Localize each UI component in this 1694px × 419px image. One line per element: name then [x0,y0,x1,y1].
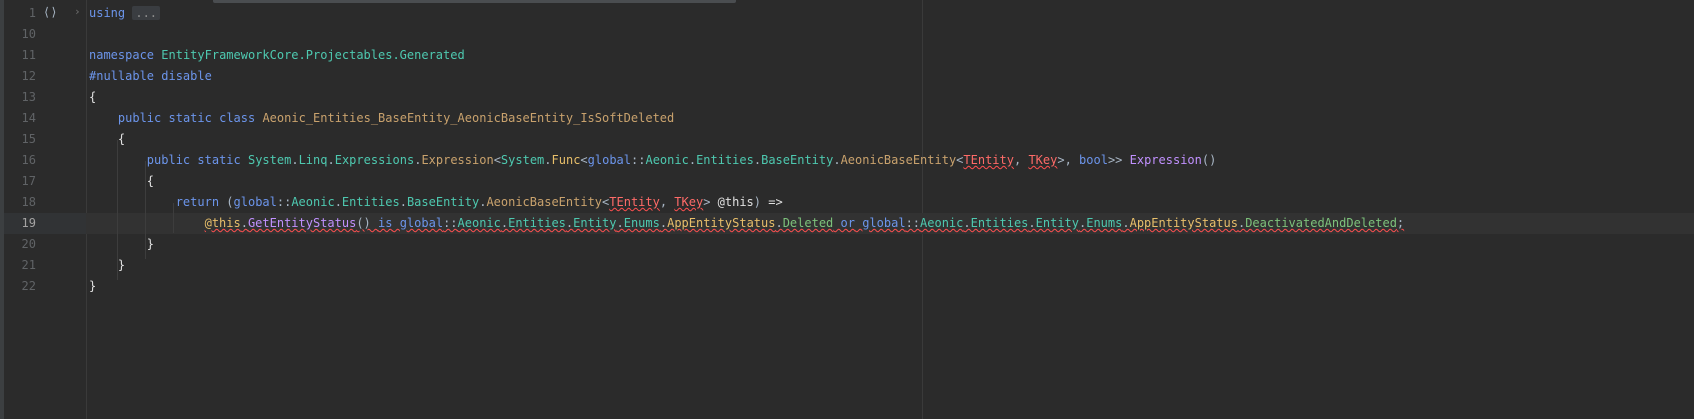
token-namespace: Aeonic [645,153,689,167]
token-keyword: bool [1079,153,1108,167]
code-line-1[interactable]: using ... [89,3,161,24]
token-method: GetEntityStatus [247,216,357,230]
token-namespace: Entities [696,153,754,167]
token-namespace: Entities [508,216,566,230]
token-brace: } [117,258,126,272]
token-parameter: @this [204,216,241,230]
code-line-21[interactable]: } [89,255,125,276]
line-number: 14 [21,111,36,125]
token-namespace: BaseEntity [406,195,480,209]
line-number: 20 [21,237,36,251]
token-method: Expression [1129,153,1202,167]
token-namespace: Entities [341,195,400,209]
line-number: 11 [21,48,36,62]
token-class-name: Aeonic_Entities_BaseEntity_AeonicBaseEnt… [262,111,675,125]
token-keyword: global [862,216,906,230]
line-number: 15 [21,132,36,146]
line-number: 12 [21,69,36,83]
token-enum-member: Deleted [782,216,834,230]
token-keyword: is [378,216,393,230]
code-line-16[interactable]: public static System.Linq.Expressions.Ex… [89,150,1217,171]
token-namespace: Enums [1086,216,1123,230]
token-namespace: Aeonic [457,216,501,230]
token-enum-type: AppEntityStatus [667,216,776,230]
right-margin-guide [922,0,923,419]
token-brace: } [89,279,97,293]
token-keyword: return [175,195,220,209]
token-keyword: global [233,195,277,209]
collapsed-region[interactable]: ... [132,6,161,20]
token-operator: => [768,195,783,209]
code-line-12[interactable]: #nullable disable [89,66,212,87]
token-namespace: System [500,153,545,167]
token-generic-param: TEntity [963,153,1014,167]
token-namespace: Expressions [334,153,415,167]
horizontal-scrollbar-thumb[interactable] [213,0,736,3]
token-namespace: Entity [573,216,617,230]
token-keyword: public [117,111,162,125]
line-number: 13 [21,90,36,104]
line-number: 19 [21,216,36,230]
token-type: Expression [421,153,494,167]
token-generic-param: TKey [1028,153,1058,167]
token-namespace: BaseEntity [761,153,834,167]
code-line-22[interactable]: } [89,276,96,297]
token-type: AeonicBaseEntity [486,195,603,209]
chevron-right-icon[interactable]: › [74,1,81,22]
code-line-17[interactable]: { [89,171,154,192]
token-keyword: static [168,111,212,125]
code-line-18[interactable]: return (global::Aeonic.Entities.BaseEnti… [89,192,783,213]
line-number: 21 [21,258,36,272]
token-brace: { [117,132,126,146]
token-namespace: System [247,153,292,167]
line-number: 18 [21,195,36,209]
token-type: AeonicBaseEntity [840,153,957,167]
token-namespace: Linq [298,153,328,167]
code-line-14[interactable]: public static class Aeonic_Entities_Base… [89,108,674,129]
line-number: 17 [21,174,36,188]
token-namespace: Enums [623,216,660,230]
token-namespace: Aeonic [291,195,335,209]
token-enum-member: DeactivatedAndDeleted [1245,216,1397,230]
code-line-20[interactable]: } [89,234,154,255]
code-line-11[interactable]: namespace EntityFrameworkCore.Projectabl… [89,45,465,66]
token-namespace: EntityFrameworkCore.Projectables.Generat… [161,48,465,62]
line-number: 22 [21,279,36,293]
token-keyword: static [197,153,241,167]
token-directive: #nullable disable [89,69,212,83]
line-number: 16 [21,153,36,167]
token-brace: { [89,90,97,104]
token-namespace: Entity [1035,216,1079,230]
code-line-13[interactable]: { [89,87,96,108]
token-namespace: Aeonic [920,216,964,230]
token-generic-param: TKey [674,195,704,209]
token-keyword: public [146,153,191,167]
line-number: 1 [28,6,36,20]
token-parameter: @this [717,195,754,209]
token-enum-type: AppEntityStatus [1129,216,1238,230]
token-keyword: global [399,216,444,230]
code-line-15[interactable]: { [89,129,125,150]
token-keyword: using [89,6,126,20]
token-keyword: class [219,111,256,125]
line-number: 10 [21,27,36,41]
code-fold-icon[interactable]: ⟨⟩ [43,2,57,23]
token-brace: } [146,237,155,251]
token-generic-param: TEntity [609,195,660,209]
code-line-19[interactable]: @this.GetEntityStatus() is global::Aeoni… [89,213,1405,234]
token-namespace: Entities [970,216,1029,230]
token-type: Func [551,153,581,167]
token-keyword: global [587,153,632,167]
token-keyword: namespace [89,48,155,62]
token-keyword: or [840,216,855,230]
token-brace: { [146,174,155,188]
